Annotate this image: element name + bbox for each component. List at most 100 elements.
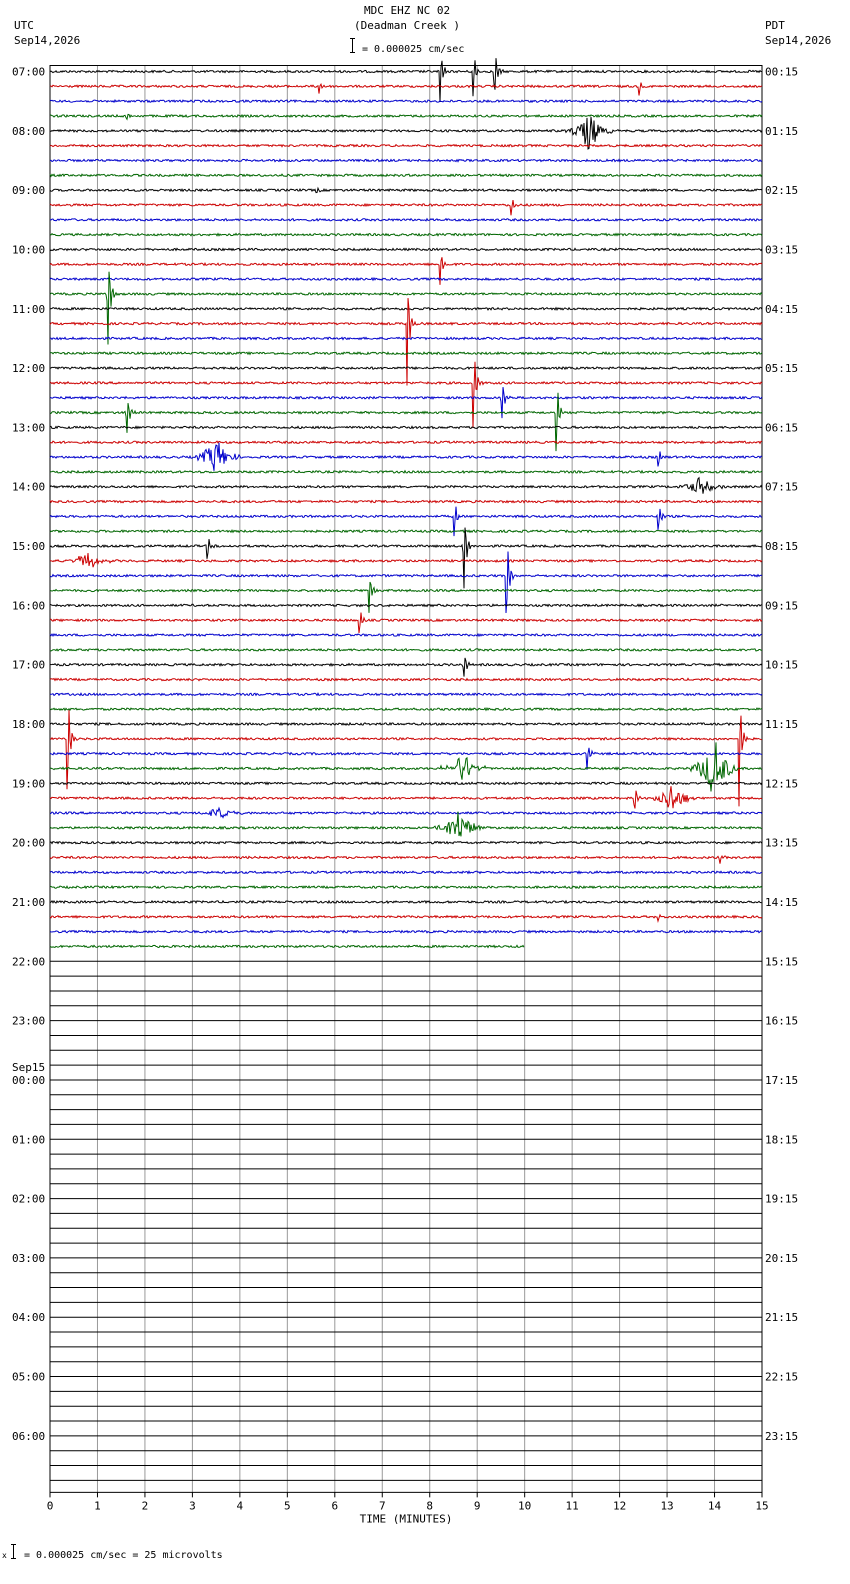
pdt-time-label: 22:15 — [765, 1371, 798, 1384]
pdt-time-label: 15:15 — [765, 955, 798, 968]
x-tick-label: 9 — [474, 1499, 481, 1512]
pdt-time-label: 05:15 — [765, 362, 798, 375]
trace-line — [49, 781, 763, 786]
pdt-time-label: 06:15 — [765, 421, 798, 434]
x-tick-label: 0 — [47, 1499, 54, 1512]
trace-line — [49, 116, 763, 150]
x-tick-label: 14 — [708, 1499, 722, 1512]
trace-line — [49, 276, 763, 282]
traces — [49, 58, 763, 1481]
trace-line — [49, 806, 763, 819]
x-tick-label: 3 — [189, 1499, 196, 1512]
trace-line — [49, 387, 763, 419]
trace-line — [49, 581, 763, 613]
trace-line — [49, 786, 763, 809]
trace-line — [49, 442, 763, 471]
trace-line — [49, 747, 763, 770]
trace-line — [49, 469, 763, 474]
trace-line — [49, 440, 763, 445]
x-tick-label: 2 — [142, 1499, 149, 1512]
utc-time-label: 15:00 — [12, 540, 45, 553]
x-tick-label: 10 — [518, 1499, 531, 1512]
trace-line — [49, 232, 763, 237]
pdt-time-label: 02:15 — [765, 184, 798, 197]
utc-time-label: 05:00 — [12, 1371, 45, 1384]
trace-line — [49, 647, 762, 652]
trace-line — [49, 99, 763, 104]
pdt-time-label: 17:15 — [765, 1074, 798, 1087]
utc-time-label: 08:00 — [12, 125, 45, 138]
pdt-time-label: 07:15 — [765, 481, 798, 494]
x-tick-label: 4 — [237, 1499, 244, 1512]
x-tick-label: 15 — [755, 1499, 768, 1512]
pdt-time-label: 12:15 — [765, 777, 798, 790]
trace-line — [49, 158, 763, 163]
trace-line — [49, 257, 763, 285]
utc-time-label: 00:00 — [12, 1074, 45, 1087]
trace-line — [49, 361, 763, 429]
trace-line — [49, 82, 763, 96]
trace-line — [49, 811, 763, 837]
utc-time-label: 06:00 — [12, 1430, 45, 1443]
utc-time-label: 03:00 — [12, 1252, 45, 1265]
footer-scale-text: = 0.000025 cm/sec = 25 microvolts — [24, 1550, 223, 1561]
trace-line — [49, 113, 763, 121]
seismogram-plot: 07:00 08:00 09:00 10:00 11:00 12:00 13:00 14:00… — [12, 58, 798, 1526]
trace-line — [49, 552, 763, 568]
pdt-time-label: 20:15 — [765, 1252, 798, 1265]
trace-line — [49, 692, 763, 697]
trace-line — [49, 885, 763, 890]
trace-line — [49, 603, 763, 608]
utc-time-label: 11:00 — [12, 303, 45, 316]
trace-line — [49, 929, 763, 934]
trace-line — [49, 870, 763, 875]
utc-time-label: 13:00 — [12, 421, 45, 434]
trace-line — [49, 529, 763, 534]
utc-time-label: 16:00 — [12, 599, 45, 612]
utc-time-label: 12:00 — [12, 362, 45, 375]
trace-line — [49, 247, 763, 252]
trace-line — [49, 840, 763, 845]
trace-line — [49, 721, 763, 727]
pdt-time-label: 00:15 — [765, 66, 798, 79]
utc-time-label: 21:00 — [12, 896, 45, 909]
trace-line — [49, 499, 763, 504]
pdt-time-label: 09:15 — [765, 599, 798, 612]
pdt-time-label: 14:15 — [765, 896, 798, 909]
utc-time-label: 20:00 — [12, 837, 45, 850]
trace-line — [49, 186, 763, 194]
utc-time-label: 09:00 — [12, 184, 45, 197]
trace-line — [49, 899, 763, 905]
trace-line — [49, 527, 763, 589]
pdt-time-label: 16:15 — [765, 1015, 798, 1028]
utc-time-label: 10:00 — [12, 243, 45, 256]
trace-line — [50, 612, 763, 634]
utc-time-label: 22:00 — [12, 955, 45, 968]
utc-time-label: 01:00 — [12, 1133, 45, 1146]
utc-time-label: 23:00 — [12, 1015, 45, 1028]
x-tick-label: 11 — [566, 1499, 579, 1512]
pdt-time-label: 23:15 — [765, 1430, 798, 1443]
trace-line — [49, 632, 763, 638]
utc-time-label: 14:00 — [12, 481, 45, 494]
utc-time-label: 19:00 — [12, 777, 45, 790]
trace-line — [49, 173, 763, 178]
x-tick-label: 13 — [660, 1499, 673, 1512]
pdt-time-label: 13:15 — [765, 837, 798, 850]
x-tick-label: 6 — [331, 1499, 338, 1512]
time-labels: 07:00 08:00 09:00 10:00 11:00 12:00 13:00 14:00… — [12, 66, 798, 1526]
trace-line — [50, 306, 763, 312]
x-tick-label: 7 — [379, 1499, 386, 1512]
trace-line — [49, 855, 763, 864]
utc-time-label: 17:00 — [12, 659, 45, 672]
trace-line — [49, 200, 763, 216]
trace-line — [49, 217, 763, 222]
pdt-time-label: 10:15 — [765, 659, 798, 672]
trace-line — [49, 657, 763, 677]
utc-time-label: 02:00 — [12, 1193, 45, 1206]
trace-line — [49, 366, 763, 371]
x-axis-title: TIME (MINUTES) — [360, 1512, 453, 1525]
trace-line — [49, 476, 763, 494]
pdt-time-label: 11:15 — [765, 718, 798, 731]
footer-scale-prefix: x — [2, 1551, 7, 1560]
